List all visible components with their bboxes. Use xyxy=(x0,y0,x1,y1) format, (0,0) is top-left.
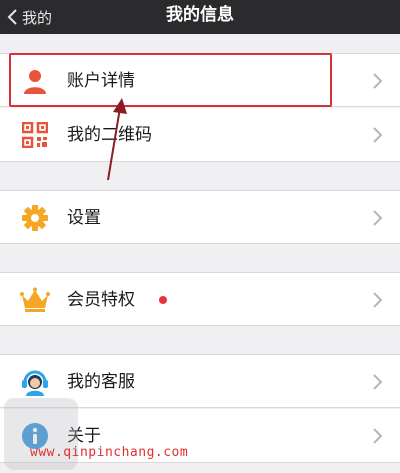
menu-item-label: 会员特权 xyxy=(67,290,135,310)
chevron-right-icon xyxy=(373,73,383,89)
chevron-right-icon xyxy=(373,292,383,308)
chevron-right-icon xyxy=(373,210,383,226)
arrow-annotation xyxy=(107,98,127,181)
gear-icon xyxy=(20,203,50,233)
crown-icon xyxy=(20,285,50,315)
navigation-bar: 我的 我的信息 xyxy=(0,0,400,34)
chevron-right-icon xyxy=(373,428,383,444)
customer-service-icon xyxy=(20,367,50,397)
qr-code-icon xyxy=(20,120,50,150)
menu-item-label: 我的客服 xyxy=(67,372,135,392)
menu-item-membership[interactable]: 会员特权 xyxy=(0,272,400,326)
menu-item-label: 设置 xyxy=(67,208,101,228)
chevron-right-icon xyxy=(373,374,383,390)
chevron-right-icon xyxy=(373,127,383,143)
watermark: www.qinpinchang.com xyxy=(30,445,189,460)
highlight-box xyxy=(9,53,332,107)
notification-dot xyxy=(159,296,167,304)
page-title: 我的信息 xyxy=(166,5,234,25)
menu-item-qr-code[interactable]: 我的二维码 xyxy=(0,108,400,162)
menu-item-settings[interactable]: 设置 xyxy=(0,190,400,244)
